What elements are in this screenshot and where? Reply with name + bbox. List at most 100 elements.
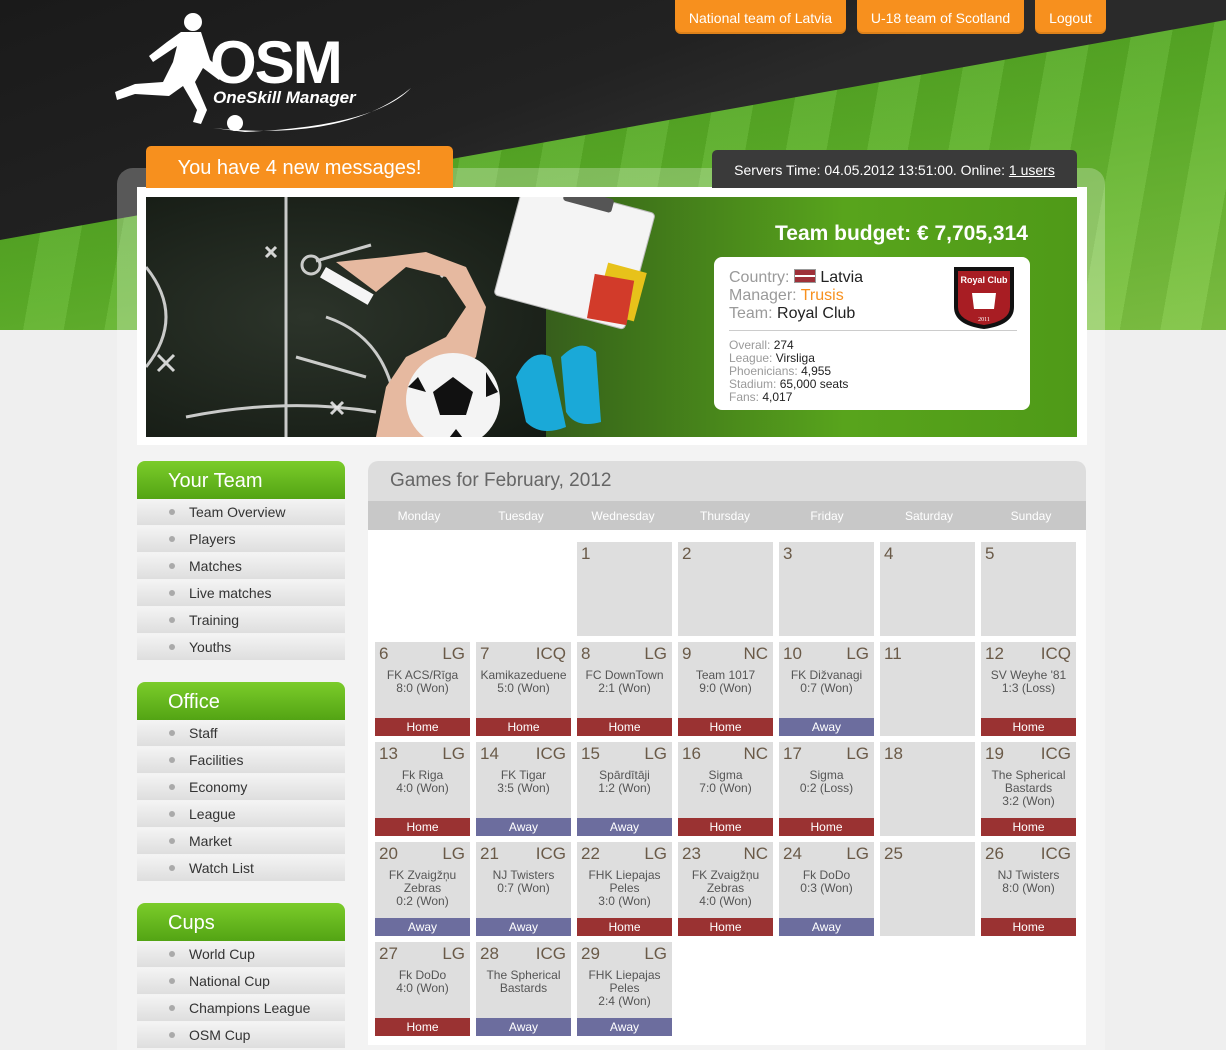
away-badge[interactable]: Away bbox=[476, 918, 571, 936]
match-info[interactable]: NJ Twisters 8:0 (Won) bbox=[981, 869, 1076, 895]
sidebar-item-champions-league[interactable]: Champions League bbox=[137, 995, 345, 1021]
weekday-wednesday: Wednesday bbox=[591, 509, 655, 523]
new-messages-tab[interactable]: You have 4 new messages! bbox=[146, 146, 453, 188]
sidebar-item-team-overview[interactable]: Team Overview bbox=[137, 499, 345, 525]
calendar-day-6[interactable]: 6 LG FK ACS/Rīga 8:0 (Won) Home bbox=[375, 642, 470, 736]
match-info[interactable]: Fk DoDo 0:3 (Won) bbox=[779, 869, 874, 895]
calendar-day-15[interactable]: 15 LG Spārdītāji 1:2 (Won) Away bbox=[577, 742, 672, 836]
calendar-day-7[interactable]: 7 ICQ Kamikazeduene 5:0 (Won) Home bbox=[476, 642, 571, 736]
osm-logo[interactable]: OSM OneSkill Manager bbox=[115, 10, 415, 135]
online-users-link[interactable]: 1 users bbox=[1009, 162, 1055, 178]
opponent-name[interactable]: FHK Liepajas Peles bbox=[577, 969, 672, 995]
sidebar-item-youths[interactable]: Youths bbox=[137, 634, 345, 660]
match-info[interactable]: SV Weyhe '81 1:3 (Loss) bbox=[981, 669, 1076, 695]
day-number: 12 bbox=[985, 644, 1004, 663]
calendar-day-27[interactable]: 27 LG Fk DoDo 4:0 (Won) Home bbox=[375, 942, 470, 1036]
sidebar-item-market[interactable]: Market bbox=[137, 828, 345, 854]
calendar-day-16[interactable]: 16 NC Sigma 7:0 (Won) Home bbox=[678, 742, 773, 836]
match-info[interactable]: FK Tigar 3:5 (Won) bbox=[476, 769, 571, 795]
competition-code: ICQ bbox=[535, 644, 566, 663]
home-badge[interactable]: Home bbox=[476, 718, 571, 736]
opponent-name[interactable]: FK Zvaigžņu Zebras bbox=[375, 869, 470, 895]
sidebar-item-watch-list[interactable]: Watch List bbox=[137, 855, 345, 881]
match-info[interactable]: The Spherical Bastards bbox=[476, 969, 571, 995]
calendar-day-22[interactable]: 22 LG FHK Liepajas Peles 3:0 (Won) Home bbox=[577, 842, 672, 936]
away-badge[interactable]: Away bbox=[779, 718, 874, 736]
match-info[interactable]: Fk Riga 4:0 (Won) bbox=[375, 769, 470, 795]
sidebar-item-staff[interactable]: Staff bbox=[137, 720, 345, 746]
match-info[interactable]: FHK Liepajas Peles 3:0 (Won) bbox=[577, 869, 672, 908]
home-badge[interactable]: Home bbox=[375, 818, 470, 836]
match-info[interactable]: The Spherical Bastards 3:2 (Won) bbox=[981, 769, 1076, 808]
sidebar-item-osm-cup[interactable]: OSM Cup bbox=[137, 1022, 345, 1048]
opponent-name[interactable]: The Spherical Bastards bbox=[981, 769, 1076, 795]
match-info[interactable]: FHK Liepajas Peles 2:4 (Won) bbox=[577, 969, 672, 1008]
home-badge[interactable]: Home bbox=[981, 918, 1076, 936]
match-score: 4:0 (Won) bbox=[396, 981, 449, 995]
calendar-day-20[interactable]: 20 LG FK Zvaigžņu Zebras 0:2 (Won) Away bbox=[375, 842, 470, 936]
sidebar-item-national-cup[interactable]: National Cup bbox=[137, 968, 345, 994]
home-badge[interactable]: Home bbox=[577, 918, 672, 936]
calendar-day-23[interactable]: 23 NC FK Zvaigžņu Zebras 4:0 (Won) Home bbox=[678, 842, 773, 936]
opponent-name[interactable]: FK Zvaigžņu Zebras bbox=[678, 869, 773, 895]
match-info[interactable]: Sigma 7:0 (Won) bbox=[678, 769, 773, 795]
calendar-day-14[interactable]: 14 ICG FK Tigar 3:5 (Won) Away bbox=[476, 742, 571, 836]
calendar-day-24[interactable]: 24 LG Fk DoDo 0:3 (Won) Away bbox=[779, 842, 874, 936]
away-badge[interactable]: Away bbox=[476, 1018, 571, 1036]
home-badge[interactable]: Home bbox=[678, 818, 773, 836]
calendar-day-13[interactable]: 13 LG Fk Riga 4:0 (Won) Home bbox=[375, 742, 470, 836]
sidebar-item-live-matches[interactable]: Live matches bbox=[137, 580, 345, 606]
sidebar-item-matches[interactable]: Matches bbox=[137, 553, 345, 579]
calendar-day-26[interactable]: 26 ICG NJ Twisters 8:0 (Won) Home bbox=[981, 842, 1076, 936]
match-info[interactable]: FK Zvaigžņu Zebras 4:0 (Won) bbox=[678, 869, 773, 908]
away-badge[interactable]: Away bbox=[375, 918, 470, 936]
calendar-day-19[interactable]: 19 ICG The Spherical Bastards 3:2 (Won) Home bbox=[981, 742, 1076, 836]
competition-code: ICG bbox=[535, 744, 566, 763]
calendar-day-12[interactable]: 12 ICQ SV Weyhe '81 1:3 (Loss) Home bbox=[981, 642, 1076, 736]
calendar-day-8[interactable]: 8 LG FC DownTown 2:1 (Won) Home bbox=[577, 642, 672, 736]
team-value[interactable]: Royal Club bbox=[777, 305, 855, 322]
home-badge[interactable]: Home bbox=[375, 718, 470, 736]
match-info[interactable]: FK Zvaigžņu Zebras 0:2 (Won) bbox=[375, 869, 470, 908]
day-number: 14 bbox=[480, 744, 499, 763]
match-info[interactable]: Sigma 0:2 (Loss) bbox=[779, 769, 874, 795]
calendar-day-9[interactable]: 9 NC Team 1017 9:0 (Won) Home bbox=[678, 642, 773, 736]
calendar-day-21[interactable]: 21 ICG NJ Twisters 0:7 (Won) Away bbox=[476, 842, 571, 936]
match-info[interactable]: FK ACS/Rīga 8:0 (Won) bbox=[375, 669, 470, 695]
opponent-name[interactable]: The Spherical Bastards bbox=[476, 969, 571, 995]
home-badge[interactable]: Home bbox=[375, 1018, 470, 1036]
away-badge[interactable]: Away bbox=[779, 918, 874, 936]
match-info[interactable]: Kamikazeduene 5:0 (Won) bbox=[476, 669, 571, 695]
home-badge[interactable]: Home bbox=[577, 718, 672, 736]
sidebar-item-players[interactable]: Players bbox=[137, 526, 345, 552]
home-badge[interactable]: Home bbox=[678, 718, 773, 736]
calendar-day-10[interactable]: 10 LG FK Dižvanagi 0:7 (Won) Away bbox=[779, 642, 874, 736]
logout-button[interactable]: Logout bbox=[1035, 0, 1106, 34]
country-value[interactable]: Latvia bbox=[820, 269, 863, 286]
away-badge[interactable]: Away bbox=[577, 1018, 672, 1036]
match-info[interactable]: FK Dižvanagi 0:7 (Won) bbox=[779, 669, 874, 695]
home-badge[interactable]: Home bbox=[981, 818, 1076, 836]
away-badge[interactable]: Away bbox=[577, 818, 672, 836]
opponent-name[interactable]: FHK Liepajas Peles bbox=[577, 869, 672, 895]
match-info[interactable]: Spārdītāji 1:2 (Won) bbox=[577, 769, 672, 795]
home-badge[interactable]: Home bbox=[981, 718, 1076, 736]
home-badge[interactable]: Home bbox=[779, 818, 874, 836]
sidebar-item-training[interactable]: Training bbox=[137, 607, 345, 633]
match-info[interactable]: Team 1017 9:0 (Won) bbox=[678, 669, 773, 695]
sidebar-item-economy[interactable]: Economy bbox=[137, 774, 345, 800]
match-info[interactable]: Fk DoDo 4:0 (Won) bbox=[375, 969, 470, 995]
calendar-day-29[interactable]: 29 LG FHK Liepajas Peles 2:4 (Won) Away bbox=[577, 942, 672, 1036]
calendar-day-17[interactable]: 17 LG Sigma 0:2 (Loss) Home bbox=[779, 742, 874, 836]
match-info[interactable]: FC DownTown 2:1 (Won) bbox=[577, 669, 672, 695]
calendar-day-28[interactable]: 28 ICG The Spherical Bastards Away bbox=[476, 942, 571, 1036]
sidebar-item-world-cup[interactable]: World Cup bbox=[137, 941, 345, 967]
away-badge[interactable]: Away bbox=[476, 818, 571, 836]
sidebar-item-league[interactable]: League bbox=[137, 801, 345, 827]
match-info[interactable]: NJ Twisters 0:7 (Won) bbox=[476, 869, 571, 895]
home-badge[interactable]: Home bbox=[678, 918, 773, 936]
u18-team-button[interactable]: U-18 team of Scotland bbox=[857, 0, 1024, 34]
sidebar-item-facilities[interactable]: Facilities bbox=[137, 747, 345, 773]
national-team-button[interactable]: National team of Latvia bbox=[675, 0, 846, 34]
manager-value[interactable]: Trusis bbox=[801, 287, 844, 304]
